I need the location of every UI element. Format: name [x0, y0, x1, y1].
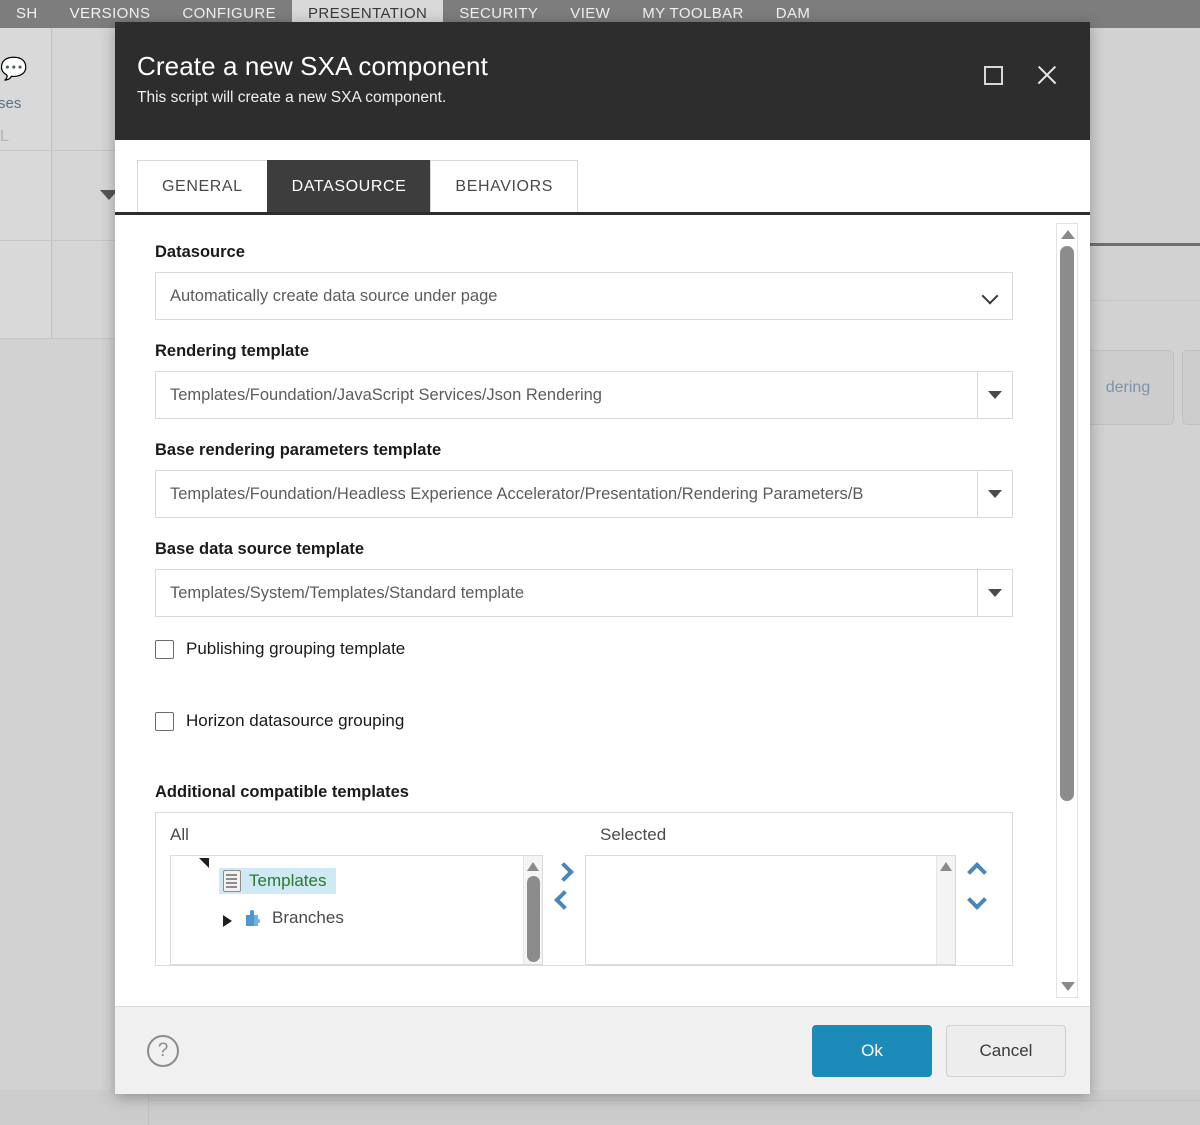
- tree-node-templates-highlight: Templates: [219, 868, 337, 894]
- field-base-data-source-template: Base data source template Templates/Syst…: [155, 540, 1023, 617]
- base-data-source-template-picker: Templates/System/Templates/Standard temp…: [155, 569, 1013, 617]
- field-datasource: Datasource Automatically create data sou…: [155, 243, 1023, 320]
- additional-compatible-templates-widget: All Selected Templates Branches: [155, 812, 1013, 966]
- horizon-datasource-grouping-checkbox[interactable]: [155, 711, 174, 731]
- transfer-buttons: [543, 855, 585, 965]
- background-right-rule: [1090, 243, 1200, 246]
- background-separator-a: [0, 150, 115, 151]
- triangle-down-icon: [988, 391, 1002, 399]
- chevron-expanded-icon[interactable]: [199, 858, 209, 868]
- label-rendering-template: Rendering template: [155, 342, 310, 360]
- dual-list-selected-header: Selected: [600, 825, 667, 844]
- dialog-tab-strip: GENERAL DATASOURCE BEHAVIORS: [115, 140, 1090, 215]
- scrollbar-thumb[interactable]: [1060, 246, 1074, 801]
- ribbon-tab-sh[interactable]: SH: [0, 0, 54, 28]
- dual-list-headers: All Selected: [170, 825, 998, 845]
- rendering-template-picker: Templates/Foundation/JavaScript Services…: [155, 371, 1013, 419]
- dialog-body: Datasource Automatically create data sou…: [115, 215, 1090, 1006]
- branch-icon: [243, 908, 263, 928]
- all-templates-listbox[interactable]: Templates Branches: [170, 855, 543, 965]
- dialog-title: Create a new SXA component: [137, 51, 488, 81]
- tree-node-branches[interactable]: Branches: [171, 897, 542, 928]
- rendering-template-input[interactable]: Templates/Foundation/JavaScript Services…: [155, 371, 978, 419]
- background-vertical-rule: [148, 1090, 149, 1125]
- publishing-grouping-template-row: Publishing grouping template: [155, 639, 1023, 659]
- scroll-up-icon[interactable]: [1061, 230, 1075, 239]
- help-icon[interactable]: ?: [147, 1034, 179, 1067]
- close-icon[interactable]: [1032, 60, 1062, 90]
- triangle-down-icon: [988, 490, 1002, 498]
- all-listbox-scrollbar[interactable]: [522, 856, 542, 964]
- chevron-collapsed-icon[interactable]: [223, 915, 232, 927]
- label-base-data-source-template: Base data source template: [155, 540, 365, 558]
- dialog-footer: ? Ok Cancel: [115, 1006, 1090, 1094]
- reorder-buttons: [956, 855, 998, 965]
- tab-behaviors[interactable]: BEHAVIORS: [430, 160, 578, 212]
- maximize-square: [983, 65, 1003, 85]
- selected-listbox-scrollbar[interactable]: [935, 856, 955, 964]
- dialog-subtitle: This script will create a new SXA compon…: [137, 88, 447, 106]
- selected-templates-listbox[interactable]: [584, 855, 956, 965]
- base-rendering-parameters-template-input[interactable]: Templates/Foundation/Headless Experience…: [155, 470, 978, 518]
- ok-button[interactable]: Ok: [812, 1024, 932, 1077]
- background-label-partial-1: ses: [0, 95, 22, 112]
- template-icon: [223, 870, 241, 892]
- cancel-button[interactable]: Cancel: [946, 1024, 1066, 1077]
- rendering-template-dropdown-button[interactable]: [978, 371, 1013, 419]
- background-second-column: [53, 28, 115, 338]
- background-rendering-chip[interactable]: dering: [1082, 350, 1174, 425]
- chevron-up-icon[interactable]: [966, 862, 987, 882]
- datasource-select[interactable]: Automatically create data source under p…: [155, 272, 1013, 320]
- chevron-down-icon: [981, 287, 999, 305]
- tree-node-templates[interactable]: Templates: [171, 856, 542, 897]
- label-datasource: Datasource: [155, 243, 245, 261]
- dual-list-panes: Templates Branches: [170, 855, 998, 965]
- dialog-form: Datasource Automatically create data sou…: [115, 215, 1045, 1006]
- maximize-icon[interactable]: [978, 60, 1008, 90]
- dialog-header: Create a new SXA component This script w…: [115, 22, 1090, 140]
- datasource-select-value: Automatically create data source under p…: [170, 286, 498, 305]
- scroll-up-icon[interactable]: [526, 862, 539, 871]
- background-label-partial-2: L: [0, 128, 9, 145]
- scroll-up-icon[interactable]: [939, 862, 952, 871]
- background-separator-c: [0, 338, 115, 339]
- base-data-source-template-dropdown-button[interactable]: [978, 569, 1013, 617]
- tab-datasource[interactable]: DATASOURCE: [266, 160, 432, 212]
- dialog-body-scrollbar[interactable]: [1056, 223, 1078, 998]
- background-right-panel: [1090, 28, 1200, 1125]
- help-glyph: ?: [157, 1039, 169, 1061]
- close-x: [1035, 63, 1059, 87]
- base-data-source-template-input[interactable]: Templates/System/Templates/Standard temp…: [155, 569, 978, 617]
- background-rendering-chip-label: dering: [1105, 378, 1151, 396]
- label-base-rendering-parameters-template: Base rendering parameters template: [155, 441, 442, 459]
- scrollbar-thumb[interactable]: [526, 876, 540, 962]
- background-separator-b: [0, 240, 115, 241]
- publishing-grouping-template-label: Publishing grouping template: [186, 639, 406, 658]
- create-sxa-component-dialog: Create a new SXA component This script w…: [115, 22, 1090, 1094]
- label-additional-compatible-templates: Additional compatible templates: [155, 783, 409, 801]
- field-rendering-template: Rendering template Templates/Foundation/…: [155, 342, 1023, 419]
- triangle-down-icon: [988, 589, 1002, 597]
- horizon-datasource-grouping-row: Horizon datasource grouping: [155, 711, 1023, 731]
- background-badge-icon: 💬: [0, 56, 28, 81]
- background-bottom-rule: [150, 1100, 1200, 1101]
- tree-node-templates-label: Templates: [249, 871, 327, 890]
- chevron-right-icon[interactable]: [553, 862, 574, 882]
- publishing-grouping-template-checkbox[interactable]: [155, 639, 174, 659]
- tree-node-branches-label: Branches: [272, 908, 344, 927]
- base-rendering-parameters-template-picker: Templates/Foundation/Headless Experience…: [155, 470, 1013, 518]
- tab-general[interactable]: GENERAL: [137, 160, 268, 212]
- background-right-rule-2: [1090, 300, 1200, 301]
- scroll-down-icon[interactable]: [1061, 982, 1075, 991]
- chevron-down-icon[interactable]: [966, 890, 987, 910]
- background-avatar-chip[interactable]: [1182, 350, 1200, 425]
- horizon-datasource-grouping-label: Horizon datasource grouping: [186, 711, 405, 730]
- chevron-left-icon[interactable]: [553, 890, 574, 910]
- dual-list-all-header: All: [170, 825, 189, 844]
- background-bottom-bar: [0, 1090, 1200, 1125]
- base-rendering-parameters-template-dropdown-button[interactable]: [978, 470, 1013, 518]
- field-base-rendering-parameters-template: Base rendering parameters template Templ…: [155, 441, 1023, 518]
